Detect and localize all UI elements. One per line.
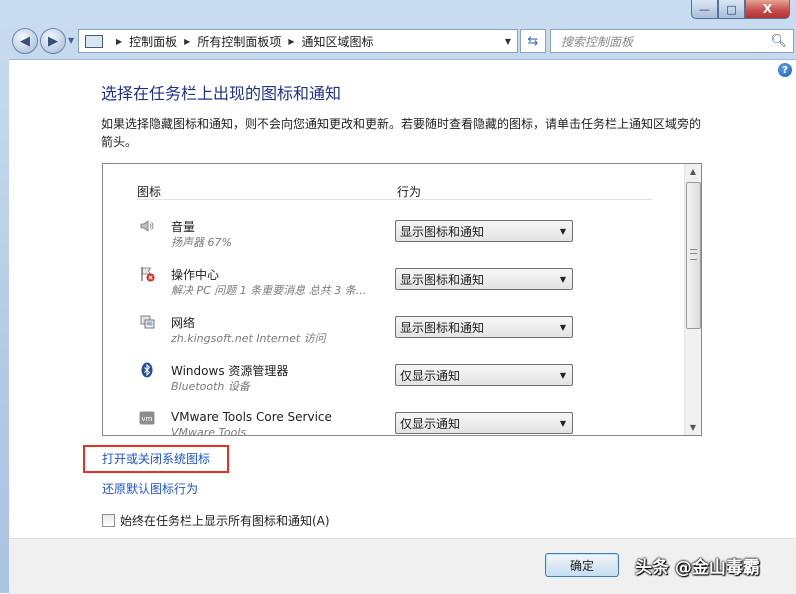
- item-name: Windows 资源管理器: [171, 364, 289, 378]
- maximize-button[interactable]: □: [718, 0, 745, 19]
- item-subtitle: 解决 PC 问题 1 条重要消息 总共 3 条...: [171, 284, 367, 297]
- item-name: 网络: [171, 316, 196, 330]
- list-item: 操作中心 解决 PC 问题 1 条重要消息 总共 3 条... 显示图标和通知 …: [139, 266, 669, 310]
- breadcrumb-item-all-items[interactable]: 所有控制面板项: [197, 33, 281, 50]
- always-show-checkbox[interactable]: 始终在任务栏上显示所有图标和通知(A): [102, 512, 330, 529]
- behavior-dropdown[interactable]: 仅显示通知 ▼: [395, 412, 573, 434]
- item-subtitle: zh.kingsoft.net Internet 访问: [171, 332, 326, 345]
- chevron-down-icon: ▼: [559, 226, 566, 236]
- close-button[interactable]: X: [745, 0, 790, 19]
- refresh-icon: ⇆: [527, 33, 539, 49]
- system-icons-link[interactable]: 打开或关闭系统图标: [102, 450, 210, 467]
- list-item: Windows 资源管理器 Bluetooth 设备 仅显示通知 ▼: [139, 362, 669, 406]
- refresh-button[interactable]: ⇆: [520, 29, 546, 53]
- notification-icons-list[interactable]: 图标 行为 音量 扬声器 67% 显示图标和通知 ▼ 操作中心 解决 PC 问题…: [102, 163, 702, 436]
- behavior-dropdown[interactable]: 仅显示通知 ▼: [395, 364, 573, 386]
- breadcrumb-separator-icon[interactable]: ▶: [116, 37, 122, 46]
- restore-defaults-link[interactable]: 还原默认图标行为: [102, 480, 198, 497]
- breadcrumb: ▶ 控制面板 ▶ 所有控制面板项 ▶ 通知区域图标: [109, 33, 374, 50]
- watermark: 头条 @金山毒霸: [635, 558, 760, 578]
- ok-button[interactable]: 确定: [545, 553, 619, 577]
- help-icon[interactable]: ?: [778, 63, 792, 77]
- item-name: VMware Tools Core Service: [171, 410, 332, 424]
- item-subtitle: VMware Tools: [171, 426, 247, 436]
- chevron-down-icon: ▼: [559, 418, 566, 428]
- behavior-dropdown[interactable]: 显示图标和通知 ▼: [395, 220, 573, 242]
- control-panel-icon: [85, 34, 103, 48]
- behavior-value: 仅显示通知: [400, 416, 461, 431]
- breadcrumb-separator-icon[interactable]: ▶: [288, 37, 294, 46]
- minimize-button[interactable]: —: [691, 0, 718, 19]
- search-placeholder: 搜索控制面板: [561, 34, 634, 49]
- behavior-dropdown[interactable]: 显示图标和通知 ▼: [395, 268, 573, 290]
- back-arrow-icon: ◀: [20, 33, 30, 49]
- forward-arrow-icon: ▶: [48, 33, 58, 49]
- behavior-value: 仅显示通知: [400, 368, 461, 383]
- vertical-scrollbar[interactable]: ▲ ▼: [684, 164, 701, 435]
- action-center-icon: [139, 266, 155, 282]
- breadcrumb-separator-icon[interactable]: ▶: [184, 37, 190, 46]
- list-item: 音量 扬声器 67% 显示图标和通知 ▼: [139, 218, 669, 262]
- page-title: 选择在任务栏上出现的图标和通知: [101, 84, 342, 103]
- grip-icon: [690, 249, 697, 260]
- chevron-down-icon: ▼: [559, 274, 566, 284]
- item-subtitle: Bluetooth 设备: [171, 380, 250, 393]
- speaker-icon: [139, 218, 155, 234]
- search-icon[interactable]: 🔍︎: [770, 34, 787, 49]
- item-subtitle: 扬声器 67%: [171, 236, 232, 249]
- bluetooth-icon: [139, 362, 155, 378]
- search-input[interactable]: 搜索控制面板 🔍︎: [550, 29, 794, 53]
- address-dropdown-icon[interactable]: ▼: [505, 37, 511, 46]
- vmware-icon: vm: [139, 410, 155, 426]
- list-item: vm VMware Tools Core Service VMware Tool…: [139, 410, 669, 436]
- history-dropdown-icon[interactable]: ▼: [68, 36, 74, 45]
- network-icon: [139, 314, 155, 330]
- checkbox-box[interactable]: [102, 514, 115, 527]
- scroll-down-icon[interactable]: ▼: [685, 423, 701, 432]
- back-button[interactable]: ◀: [12, 28, 38, 54]
- scroll-thumb[interactable]: [686, 182, 701, 329]
- behavior-value: 显示图标和通知: [400, 224, 485, 239]
- column-header-behavior: 行为: [397, 185, 422, 199]
- breadcrumb-item-notification-icons[interactable]: 通知区域图标: [302, 33, 374, 50]
- behavior-value: 显示图标和通知: [400, 320, 485, 335]
- chevron-down-icon: ▼: [559, 370, 566, 380]
- footer-bar: 确定 头条 @金山毒霸: [9, 538, 796, 594]
- navigation-bar: ◀ ▶ ▼ ▶ 控制面板 ▶ 所有控制面板项 ▶ 通知区域图标 ▼ ⇆ 搜索控制…: [0, 24, 796, 57]
- svg-text:vm: vm: [142, 415, 153, 423]
- caption-buttons: — □ X: [691, 0, 790, 19]
- chevron-down-icon: ▼: [559, 322, 566, 332]
- list-item: 网络 zh.kingsoft.net Internet 访问 显示图标和通知 ▼: [139, 314, 669, 358]
- main-content: ? 选择在任务栏上出现的图标和通知 如果选择隐藏图标和通知，则不会向您通知更改和…: [9, 59, 796, 594]
- address-bar[interactable]: ▶ 控制面板 ▶ 所有控制面板项 ▶ 通知区域图标 ▼: [78, 29, 518, 53]
- column-header-icon: 图标: [137, 185, 162, 199]
- behavior-value: 显示图标和通知: [400, 272, 485, 287]
- breadcrumb-item-control-panel[interactable]: 控制面板: [129, 33, 177, 50]
- scroll-up-icon[interactable]: ▲: [685, 167, 701, 176]
- list-header: 图标 行为: [137, 183, 652, 200]
- forward-button[interactable]: ▶: [40, 28, 66, 54]
- item-name: 操作中心: [171, 268, 220, 282]
- checkbox-label[interactable]: 始终在任务栏上显示所有图标和通知(A): [120, 512, 330, 529]
- behavior-dropdown[interactable]: 显示图标和通知 ▼: [395, 316, 573, 338]
- item-name: 音量: [171, 220, 196, 234]
- page-description: 如果选择隐藏图标和通知，则不会向您通知更改和更新。若要随时查看隐藏的图标，请单击…: [101, 117, 702, 149]
